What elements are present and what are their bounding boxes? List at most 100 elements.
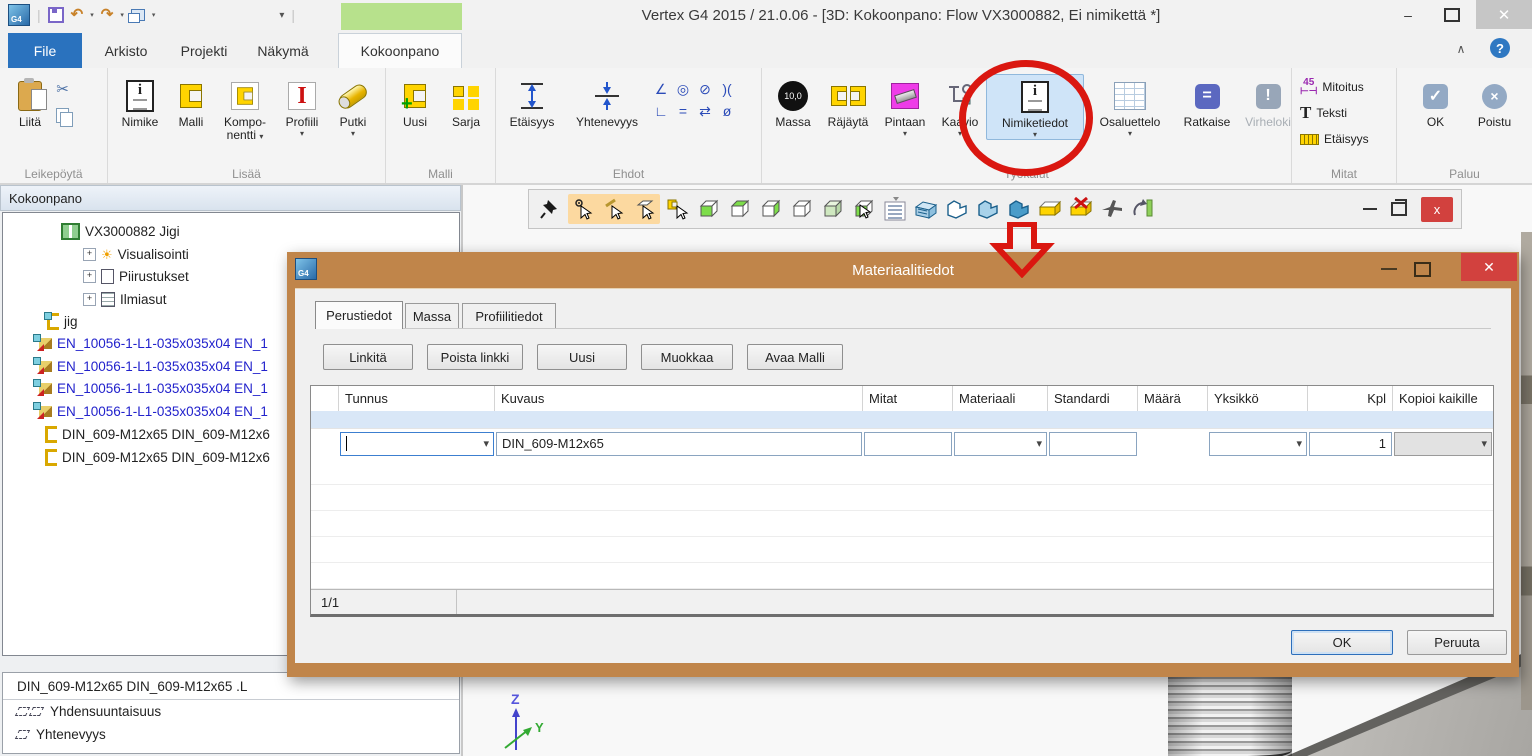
mitoitus-button[interactable]: 45⊢⊣ Mitoitus [1292,74,1396,100]
etaisyys-button[interactable]: Etäisyys [500,74,564,129]
undo-icon[interactable]: ↶ [71,8,84,22]
perpendicular-constraint-icon[interactable]: ∟ [650,100,672,122]
dialog-tab-massa[interactable]: Massa [405,303,459,328]
fix-constraint-icon[interactable]: ø [716,100,738,122]
yhtenevyys-button[interactable]: Yhtenevyys [564,74,650,129]
tree-item-jig[interactable]: jig [47,312,78,330]
profiili-dropdown-icon[interactable]: ▾ [300,129,304,138]
putki-button[interactable]: Putki ▾ [328,74,378,138]
app-logo-icon[interactable]: G4 [8,4,30,26]
delete-workplane-icon[interactable] [1068,196,1094,222]
column-header-mitat[interactable]: Mitat [863,386,953,411]
dialog-close-button[interactable]: ✕ [1461,253,1517,281]
massa-button[interactable]: 10,0 Massa [766,74,820,129]
window-close-button[interactable]: ✕ [1476,0,1532,29]
kuvaus-field[interactable]: DIN_609-M12x65 [496,432,862,456]
pintaan-button[interactable]: Pintaan ▾ [876,74,934,138]
redo-icon[interactable]: ↷ [101,8,114,22]
cascade-dropdown-icon[interactable]: ▾ [152,11,156,19]
tree-item-en-profile[interactable]: EN_10056-1-L1-035x035x04 EN_1 [39,334,268,352]
parallel-constraint-icon[interactable]: ⇄ [694,100,716,122]
sarja-button[interactable]: Sarja [440,74,492,129]
help-icon[interactable]: ? [1490,38,1510,58]
tree-item-ilmiasut[interactable]: + Ilmiasut [83,290,167,308]
collapse-ribbon-icon[interactable]: ∧ [1452,42,1470,56]
undo-dropdown-icon[interactable]: ▾ [90,11,94,19]
rajayta-button[interactable]: Räjäytä [820,74,876,129]
tunnus-combobox[interactable] [340,432,494,456]
profiili-button[interactable]: I Profiili ▾ [276,74,328,138]
tangent-constraint-icon[interactable]: ⊘ [694,78,716,100]
select-edge-icon[interactable] [601,196,627,222]
yksikko-combobox[interactable] [1209,432,1307,456]
tab-projekti[interactable]: Projekti [168,33,240,68]
dialog-minimize-button[interactable] [1381,268,1397,270]
tree-item-en-profile[interactable]: EN_10056-1-L1-035x035x04 EN_1 [39,379,268,397]
view-wireframe-icon[interactable] [789,196,815,222]
osaluettelo-dropdown-icon[interactable]: ▾ [1128,129,1132,138]
tree-item-visualisointi[interactable]: + ☀ Visualisointi [83,245,189,263]
kopioi-kaikille-combobox[interactable] [1394,432,1492,456]
open-model-button[interactable]: Avaa Malli [747,344,843,370]
dialog-maximize-button[interactable] [1414,262,1431,277]
tree-item-en-profile[interactable]: EN_10056-1-L1-035x035x04 EN_1 [39,402,268,420]
column-header-materiaali[interactable]: Materiaali [953,386,1048,411]
tree-item-din-screw[interactable]: DIN_609-M12x65 DIN_609-M12x6 [45,448,270,466]
concentric-constraint-icon[interactable]: ◎ [672,78,694,100]
mitat-field[interactable] [864,432,952,456]
tree-item-piirustukset[interactable]: + Piirustukset [83,267,189,285]
expander-icon[interactable]: + [83,270,96,283]
equal-constraint-icon[interactable]: = [672,100,694,122]
viewport-close-icon[interactable]: x [1421,197,1453,222]
pin-toolbar-icon[interactable] [537,196,563,222]
workplane-icon[interactable] [1037,196,1063,222]
dialog-titlebar[interactable]: G4 Materiaalitiedot ✕ [287,252,1519,288]
select-vertex-icon[interactable] [570,196,596,222]
feature-list-icon[interactable] [882,196,908,222]
angle-constraint-icon[interactable]: ∠ [650,78,672,100]
solid-mode-shaded-icon[interactable] [975,196,1001,222]
cut-icon[interactable]: ✂ [56,80,69,98]
window-minimize-button[interactable]: – [1388,0,1428,29]
column-header-maara[interactable]: Määrä [1138,386,1208,411]
column-header-standardi[interactable]: Standardi [1048,386,1138,411]
rotate-view-icon[interactable] [1130,196,1156,222]
solid-mode-solid-icon[interactable] [1006,196,1032,222]
copy-icon[interactable] [56,108,69,123]
paste-button[interactable]: Liitä [4,74,56,129]
mitat-etaisyys-button[interactable]: Etäisyys [1292,126,1396,152]
tab-nakyma[interactable]: Näkymä [248,33,318,68]
ratkaise-button[interactable]: = Ratkaise [1176,74,1238,129]
column-header-kuvaus[interactable]: Kuvaus [495,386,863,411]
solid-mode-hatched-icon[interactable] [913,196,939,222]
symmetry-constraint-icon[interactable]: )( [716,78,738,100]
ok-button[interactable]: ✓ OK [1410,74,1462,129]
customize-quick-access-icon[interactable]: ▾ [279,10,284,21]
pintaan-dropdown-icon[interactable]: ▾ [903,129,907,138]
poistu-button[interactable]: × Poistu [1468,74,1522,129]
row-selector[interactable] [311,428,339,459]
dialog-ok-button[interactable]: OK [1291,630,1393,655]
tree-item-root[interactable]: VX3000882 Jigi [61,222,180,240]
tab-kokoonpano[interactable]: Kokoonpano [338,33,462,68]
standardi-field[interactable] [1049,432,1137,456]
viewport-minimize-icon[interactable] [1363,208,1377,210]
column-header-kpl[interactable]: Kpl [1308,386,1393,411]
kpl-field[interactable]: 1 [1309,432,1392,456]
model-threaded-bolt[interactable] [1168,677,1292,756]
uusi-button[interactable]: + Uusi [390,74,440,129]
remove-link-button[interactable]: Poista linkki [427,344,523,370]
view-shaded-side-icon[interactable] [758,196,784,222]
viewport-restore-icon[interactable] [1391,202,1407,216]
link-button[interactable]: Linkitä [323,344,413,370]
expander-icon[interactable]: + [83,293,96,306]
select-body-icon[interactable] [851,196,877,222]
window-maximize-button[interactable] [1432,0,1472,29]
tree-item-en-profile[interactable]: EN_10056-1-L1-035x035x04 EN_1 [39,357,268,375]
constraint-item-parallel[interactable]: Yhdensuuntaisuus [3,700,459,723]
column-header-kopioi-kaikille[interactable]: Kopioi kaikille [1393,386,1493,411]
nimike-button[interactable]: i Nimike [112,74,168,129]
dialog-cancel-button[interactable]: Peruuta [1407,630,1507,655]
cascade-windows-icon[interactable] [131,9,145,21]
column-header-yksikko[interactable]: Yksikkö [1208,386,1308,411]
